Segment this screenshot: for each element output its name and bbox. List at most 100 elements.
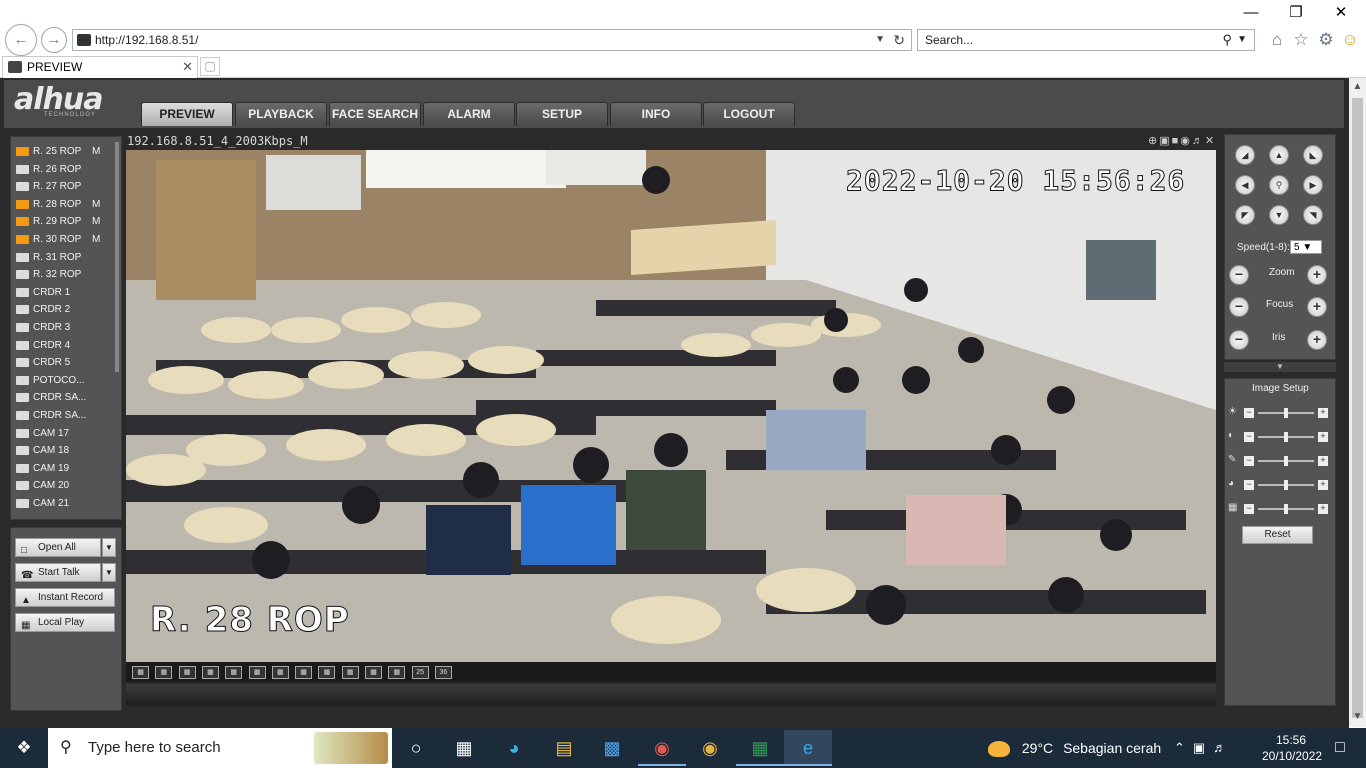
iris-minus-icon[interactable]: −	[1229, 330, 1249, 350]
slider-minus-icon[interactable]: −	[1244, 480, 1254, 490]
browser-search-input[interactable]: Search... ⚲ ▼	[917, 29, 1255, 51]
channel-item[interactable]: CRDR 3	[16, 319, 116, 336]
live-video-feed[interactable]	[126, 150, 1216, 662]
slider-minus-icon[interactable]: −	[1244, 432, 1254, 442]
channel-item[interactable]: CRDR 5	[16, 354, 116, 371]
ptz-down-right-icon[interactable]: ◥	[1303, 205, 1323, 225]
slider-minus-icon[interactable]: −	[1244, 504, 1254, 514]
page-scrollbar[interactable]: ▲ ▼	[1349, 78, 1366, 727]
snapshot-icon[interactable]: ▣	[1159, 135, 1171, 147]
network-icon[interactable]: ▣	[1193, 740, 1213, 755]
favorites-star-icon[interactable]: ☆	[1291, 30, 1311, 50]
slider-knob[interactable]	[1284, 480, 1288, 490]
home-icon[interactable]: ⌂	[1267, 30, 1287, 50]
tray-chevron-icon[interactable]: ⌃	[1174, 740, 1193, 755]
layout-button[interactable]: ▦	[248, 666, 266, 679]
layout-button[interactable]: ▦	[271, 666, 289, 679]
file-explorer-icon[interactable]: ▤	[540, 730, 588, 766]
channel-item[interactable]: R. 30 ROP M	[16, 231, 116, 248]
search-icon[interactable]: ⚲	[1222, 30, 1232, 50]
start-talk-button[interactable]: ☎ Start Talk ▼	[15, 563, 116, 582]
zoom-minus-icon[interactable]: −	[1229, 265, 1249, 285]
ptz-auto-icon[interactable]: ⚲	[1269, 175, 1289, 195]
address-dropdown-icon[interactable]: ▼	[875, 30, 885, 50]
layout-button[interactable]: 36	[434, 666, 452, 679]
channel-item[interactable]: CAM 21	[16, 495, 116, 512]
task-view-icon[interactable]: ▦	[440, 730, 488, 766]
open-all-dropdown-icon[interactable]: ▼	[102, 538, 116, 557]
ptz-right-icon[interactable]: ▶	[1303, 175, 1323, 195]
channel-item[interactable]: R. 26 ROP	[16, 161, 116, 178]
channel-item[interactable]: CRDR SA...	[16, 407, 116, 424]
speed-select[interactable]: 5 ▼	[1290, 240, 1322, 254]
channel-item[interactable]: CAM 18	[16, 442, 116, 459]
windows-start-icon[interactable]: ❖	[0, 728, 48, 768]
ptz-left-icon[interactable]: ◀	[1235, 175, 1255, 195]
channel-item[interactable]: R. 27 ROP	[16, 178, 116, 195]
slider-track[interactable]	[1258, 432, 1314, 442]
cortana-icon[interactable]: ○	[392, 730, 440, 766]
channel-item[interactable]: R. 28 ROP M	[16, 196, 116, 213]
tab-preview-menu[interactable]: PREVIEW	[141, 102, 233, 126]
start-talk-dropdown-icon[interactable]: ▼	[102, 563, 116, 582]
slider-plus-icon[interactable]: +	[1318, 480, 1328, 490]
local-play-button[interactable]: ▦ Local Play	[15, 613, 115, 632]
forward-icon[interactable]: →	[41, 27, 67, 53]
tab-face-search[interactable]: FACE SEARCH	[329, 102, 421, 126]
layout-button[interactable]: ▦	[388, 666, 406, 679]
ptz-up-icon[interactable]: ▲	[1269, 145, 1289, 165]
channel-item[interactable]: R. 29 ROP M	[16, 213, 116, 230]
refresh-icon[interactable]: ↻	[893, 30, 905, 50]
slider-plus-icon[interactable]: +	[1318, 432, 1328, 442]
channel-item[interactable]: R. 25 ROP M	[16, 143, 116, 160]
zoom-icon[interactable]: ⊕	[1148, 135, 1159, 147]
record-icon[interactable]: ◉	[1180, 135, 1192, 147]
ptz-down-left-icon[interactable]: ◤	[1235, 205, 1255, 225]
scroll-up-icon[interactable]: ▲	[1349, 78, 1366, 95]
channel-item[interactable]: CAM 17	[16, 425, 116, 442]
slider-plus-icon[interactable]: +	[1318, 456, 1328, 466]
channel-item[interactable]: POTOCO...	[16, 372, 116, 389]
tab-preview[interactable]: PREVIEW ✕	[2, 56, 198, 78]
edge-icon[interactable]: ◕	[490, 730, 538, 766]
close-video-icon[interactable]: ✕	[1205, 135, 1216, 147]
slider-plus-icon[interactable]: +	[1318, 504, 1328, 514]
restore-icon[interactable]: ❐	[1273, 0, 1319, 26]
new-tab-icon[interactable]: ▢	[200, 57, 220, 76]
channel-item[interactable]: CRDR 1	[16, 284, 116, 301]
layout-button[interactable]: ▦	[178, 666, 196, 679]
slider-knob[interactable]	[1284, 504, 1288, 514]
taskbar-search[interactable]: ⚲ Type here to search	[48, 728, 392, 768]
layout-button[interactable]: ▦	[132, 666, 149, 679]
channel-item[interactable]: CRDR 2	[16, 301, 116, 318]
chrome-profile-icon[interactable]: ◉	[638, 730, 686, 766]
slider-plus-icon[interactable]: +	[1318, 408, 1328, 418]
channel-list-scrollbar[interactable]	[115, 142, 119, 372]
notification-icon[interactable]: □	[1322, 728, 1358, 768]
minimize-icon[interactable]: —	[1228, 0, 1274, 26]
smiley-feedback-icon[interactable]: ☺	[1340, 30, 1360, 50]
reset-button[interactable]: Reset	[1242, 526, 1313, 544]
open-all-button[interactable]: □ Open All ▼	[15, 538, 116, 557]
channel-item[interactable]: R. 32 ROP	[16, 266, 116, 283]
tab-close-icon[interactable]: ✕	[182, 57, 193, 77]
layout-button[interactable]: ▦	[225, 666, 243, 679]
slider-minus-icon[interactable]: −	[1244, 456, 1254, 466]
scroll-down-icon[interactable]: ▼	[1349, 708, 1366, 725]
address-bar[interactable]: http://192.168.8.51/ ▼ ↻	[72, 29, 912, 51]
tab-logout[interactable]: LOGOUT	[703, 102, 795, 126]
back-icon[interactable]: ←	[5, 24, 37, 56]
slider-track[interactable]	[1258, 408, 1314, 418]
scroll-thumb[interactable]	[1352, 98, 1363, 718]
tab-info[interactable]: INFO	[610, 102, 702, 126]
internet-explorer-icon[interactable]: e	[784, 730, 832, 766]
slider-track[interactable]	[1258, 480, 1314, 490]
ptz-up-right-icon[interactable]: ◣	[1303, 145, 1323, 165]
weather-widget[interactable]: 29°C Sebagian cerah	[988, 728, 1161, 768]
audio-icon[interactable]: ♬	[1192, 135, 1205, 147]
tab-playback[interactable]: PLAYBACK	[235, 102, 327, 126]
excel-icon[interactable]: ▦	[736, 730, 784, 766]
ptz-down-icon[interactable]: ▼	[1269, 205, 1289, 225]
layout-button[interactable]: ▦	[155, 666, 173, 679]
layout-button[interactable]: ▦	[295, 666, 313, 679]
